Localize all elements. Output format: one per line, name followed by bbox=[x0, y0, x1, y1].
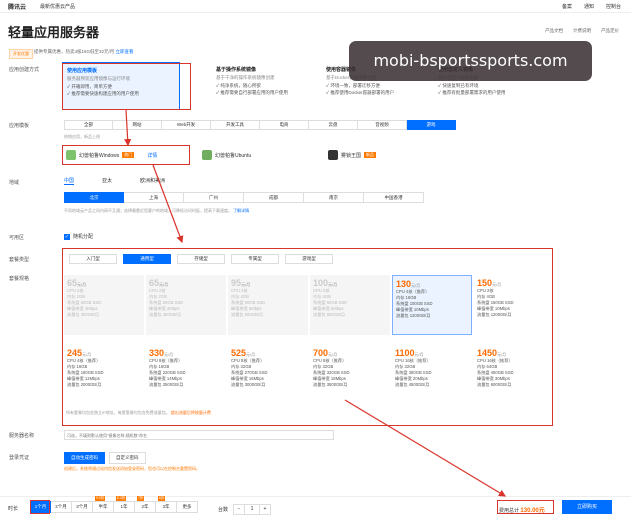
watermark: mobi-bsportssports.com bbox=[349, 41, 592, 81]
